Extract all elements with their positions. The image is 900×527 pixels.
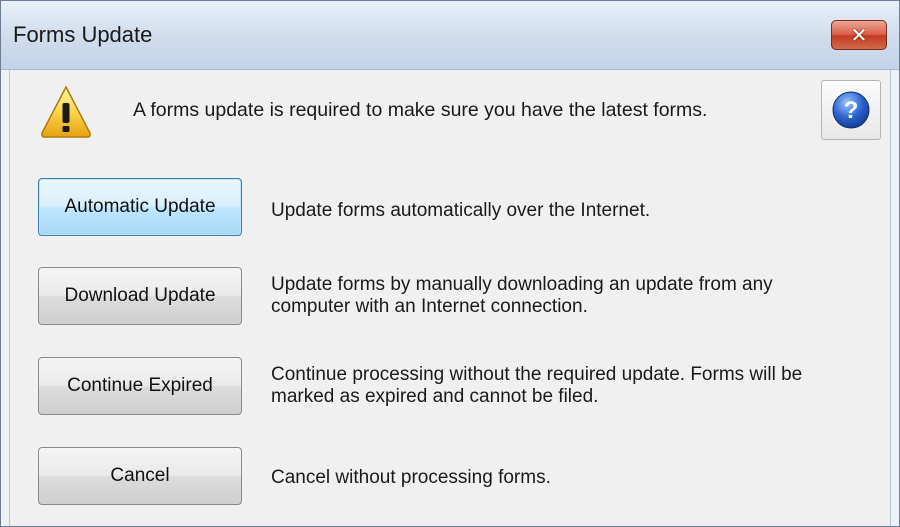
forms-update-dialog: Forms Update ✕ A forms update is require… (0, 0, 900, 527)
automatic-update-button[interactable]: Automatic Update (38, 178, 242, 236)
download-update-button[interactable]: Download Update (38, 267, 242, 325)
help-icon: ? (832, 91, 870, 129)
cancel-description: Cancel without processing forms. (271, 467, 551, 489)
description-line: marked as expired and cannot be filed. (271, 386, 599, 407)
continue-expired-button[interactable]: Continue Expired (38, 357, 242, 415)
header-message: A forms update is required to make sure … (133, 99, 708, 121)
help-button[interactable]: ? (821, 80, 881, 140)
help-glyph: ? (844, 97, 859, 124)
continue-expired-description: Continue processing without the required… (271, 364, 802, 408)
download-update-description: Update forms by manually downloading an … (271, 274, 773, 318)
close-button[interactable]: ✕ (831, 20, 887, 50)
description-line: computer with an Internet connection. (271, 296, 588, 317)
cancel-button[interactable]: Cancel (38, 447, 242, 505)
description-line: Update forms automatically over the Inte… (271, 200, 651, 221)
description-line: Continue processing without the required… (271, 364, 803, 385)
close-icon: ✕ (850, 24, 868, 47)
description-line: Cancel without processing forms. (271, 467, 551, 488)
window-title: Forms Update (13, 22, 153, 47)
warning-icon (41, 85, 91, 138)
description-line: Update forms by manually downloading an … (271, 274, 773, 295)
automatic-update-description: Update forms automatically over the Inte… (271, 200, 650, 222)
title-bar: Forms Update ✕ (1, 1, 899, 70)
